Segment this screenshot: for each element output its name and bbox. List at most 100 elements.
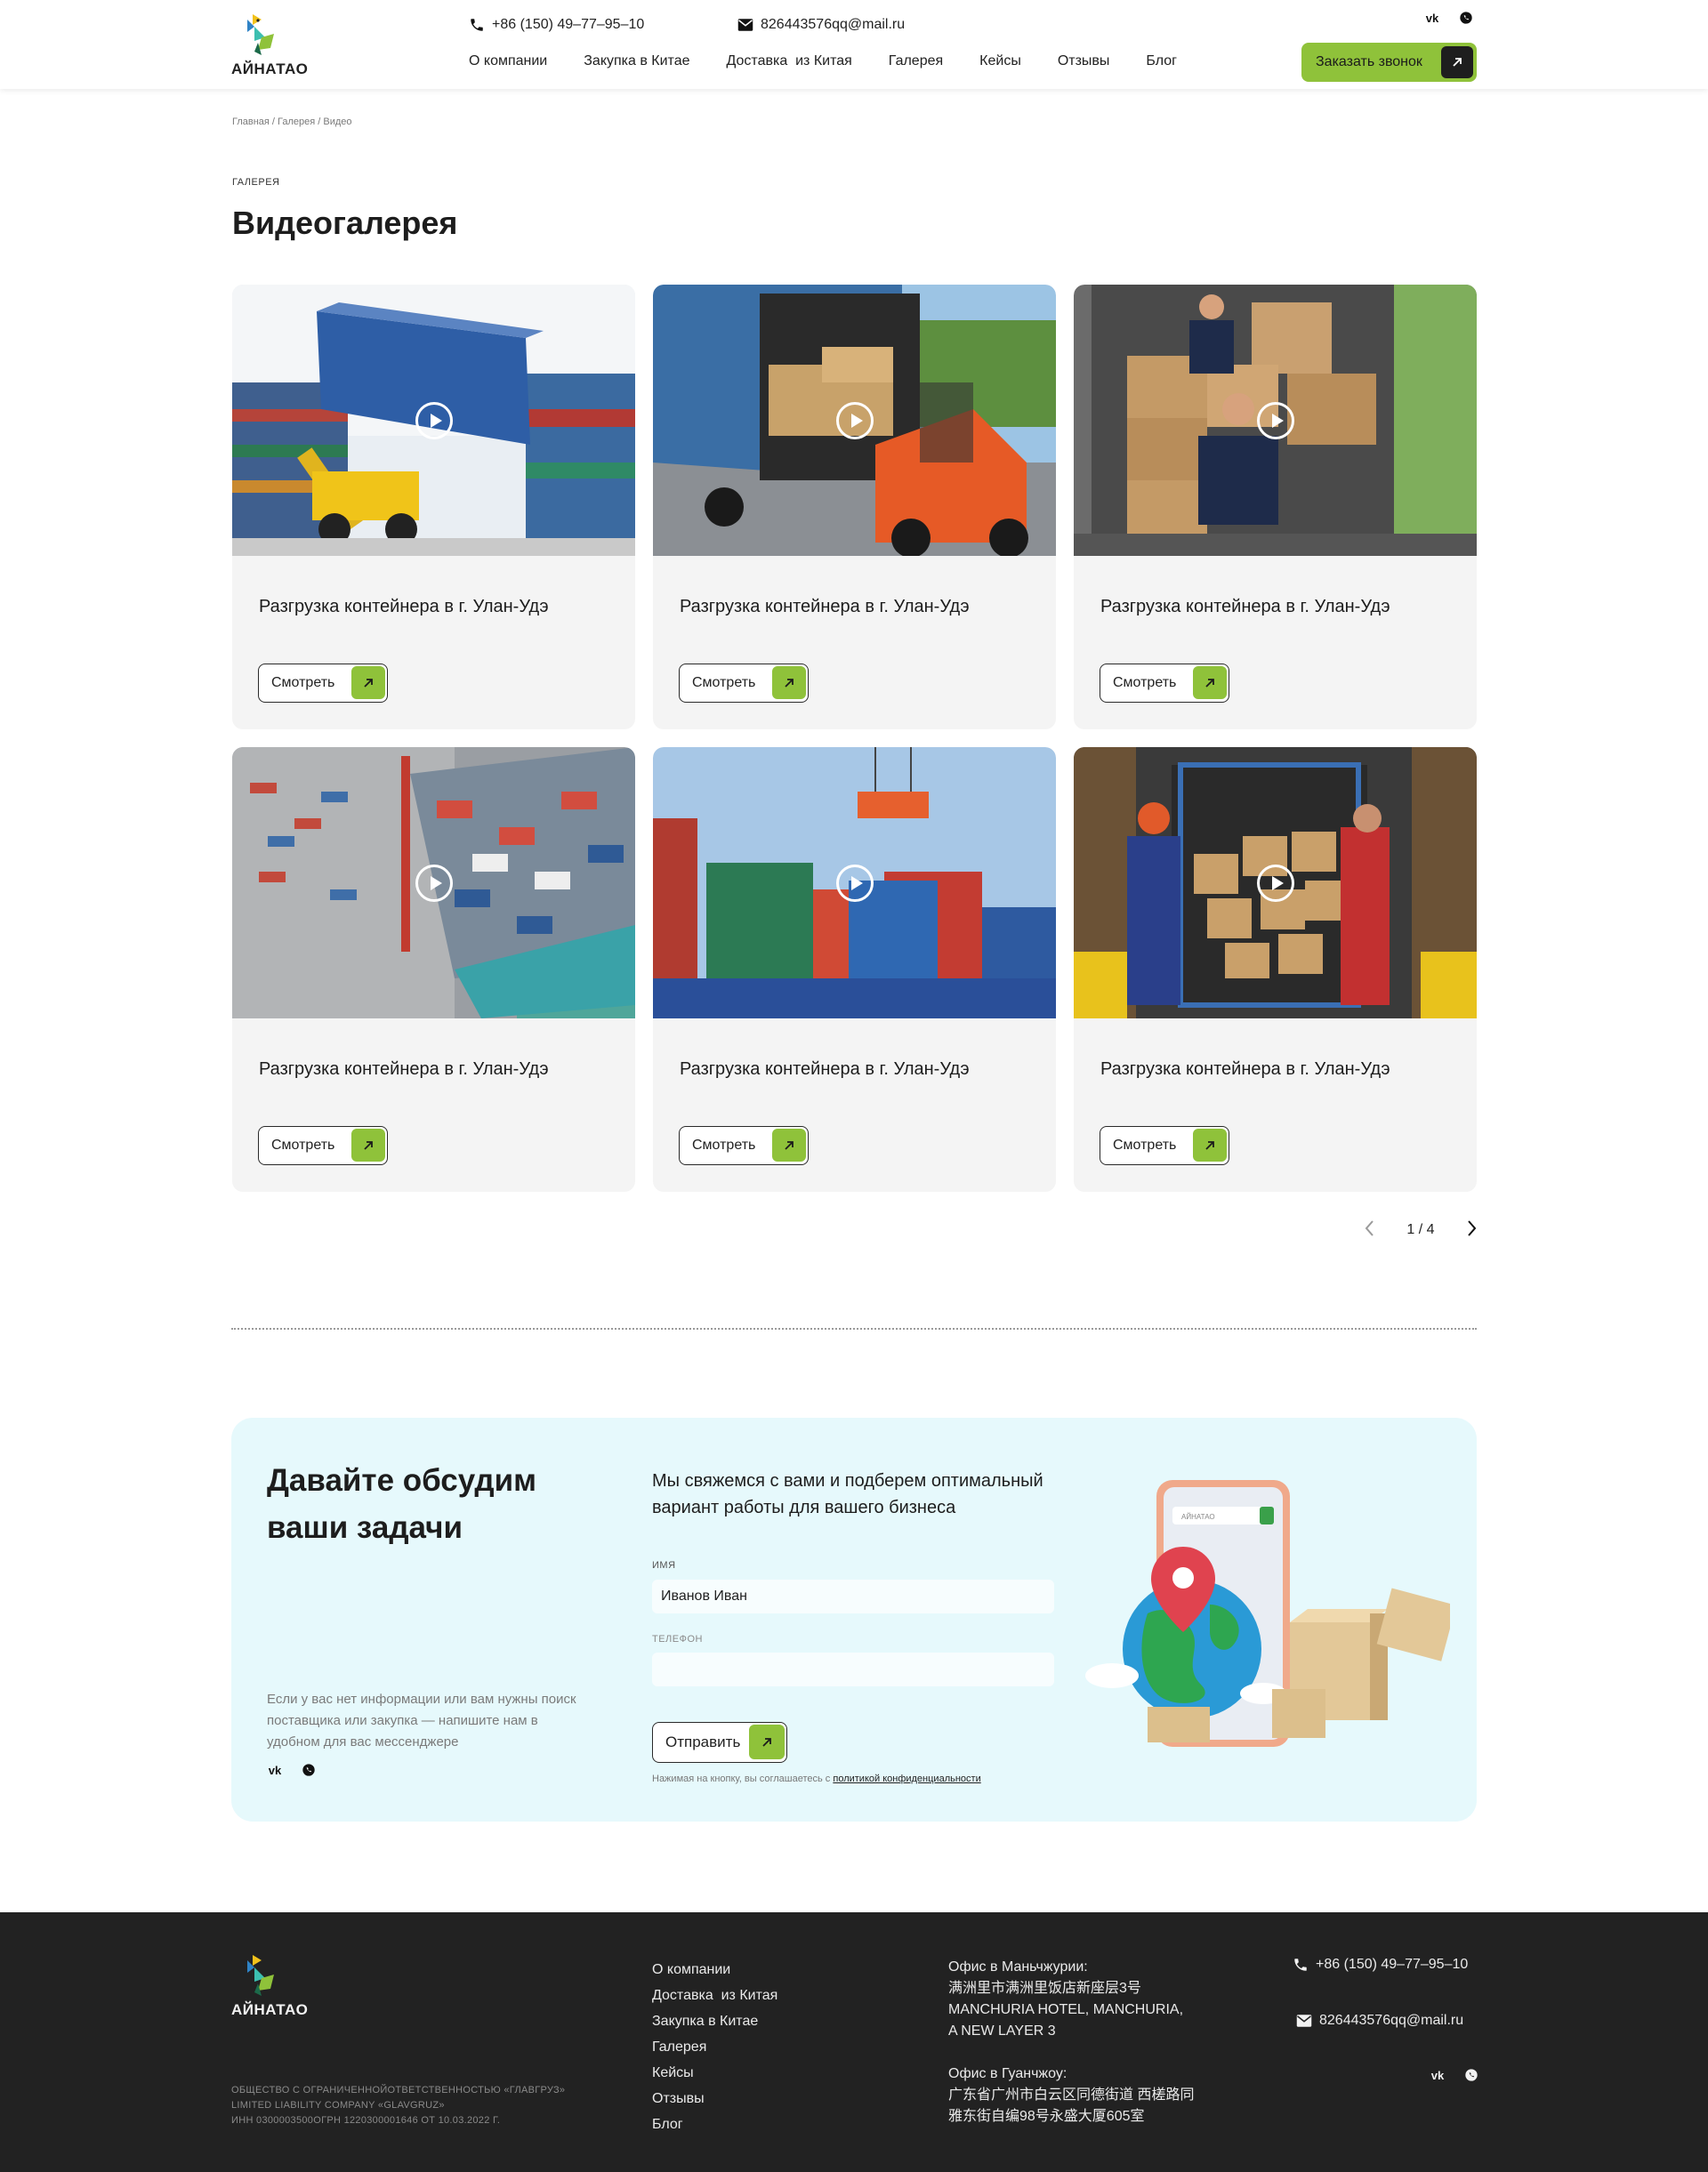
- watch-button[interactable]: Смотреть: [258, 664, 388, 703]
- mail-icon: [737, 19, 753, 31]
- footer-logo[interactable]: АЙНАТАО: [231, 1953, 311, 2021]
- nav-item-delivery[interactable]: Доставка из Китая: [727, 53, 852, 69]
- contact-title: Давайте обсудим ваши задачи: [267, 1463, 536, 1545]
- play-icon[interactable]: [1257, 865, 1294, 902]
- video-card[interactable]: Разгрузка контейнера в г. Улан-Удэ Смотр…: [1074, 285, 1477, 729]
- footer-nav-reviews[interactable]: Отзывы: [652, 2086, 777, 2112]
- footer-nav-blog[interactable]: Блог: [652, 2112, 777, 2137]
- arrow-up-right-icon: [772, 666, 806, 699]
- main-nav: О компании Закупка в Китае Доставка из К…: [469, 53, 1213, 69]
- privacy-policy-link[interactable]: политикой конфиденциальности: [833, 1774, 980, 1784]
- office-line: MANCHURIA HOTEL, MANCHURIA,: [948, 2002, 1184, 2017]
- video-thumbnail[interactable]: [1074, 285, 1477, 556]
- nav-item-reviews[interactable]: Отзывы: [1058, 53, 1110, 69]
- video-card[interactable]: Разгрузка контейнера в г. Улан-Удэ Смотр…: [1074, 747, 1477, 1192]
- video-thumbnail[interactable]: [232, 747, 635, 1018]
- footer-logo-text: АЙНАТАО: [231, 2001, 309, 2018]
- card-title: Разгрузка контейнера в г. Улан-Удэ: [259, 1059, 549, 1079]
- header-phone-text: +86 (150) 49–77–95–10: [492, 17, 645, 32]
- watch-button-label: Смотреть: [1113, 1138, 1177, 1153]
- logo-mark-icon: [247, 1955, 274, 1996]
- office-manchuria: Офис в Маньчжурии: 满洲里市满洲里饭店新座层3号 MANCHU…: [948, 1957, 1183, 2042]
- watch-button[interactable]: Смотреть: [1100, 1126, 1229, 1165]
- office-guangzhou: Офис в Гуанчжоу: 广东省广州市白云区同德街道 西槎路同 雅东街自…: [948, 2063, 1194, 2128]
- logo[interactable]: АЙНАТАО: [231, 12, 311, 80]
- video-card[interactable]: Разгрузка контейнера в г. Улан-Удэ Смотр…: [232, 285, 635, 729]
- card-title: Разгрузка контейнера в г. Улан-Удэ: [259, 597, 549, 616]
- video-thumbnail[interactable]: [653, 285, 1056, 556]
- whatsapp-icon[interactable]: [1463, 2068, 1479, 2082]
- footer-legal: ОБЩЕСТВО С ОГРАНИЧЕННОЙОТВЕТСТВЕННОСТЬЮ …: [231, 2083, 565, 2128]
- watch-button[interactable]: Смотреть: [258, 1126, 388, 1165]
- phone-input[interactable]: [652, 1653, 1054, 1686]
- header-phone[interactable]: +86 (150) 49–77–95–10: [469, 14, 644, 36]
- vk-icon[interactable]: vk: [1430, 2068, 1446, 2082]
- phone-icon: [1294, 1959, 1307, 1971]
- footer-phone-text: +86 (150) 49–77–95–10: [1316, 1957, 1469, 1972]
- footer-nav: О компании Доставка из Китая Закупка в К…: [652, 1957, 777, 2137]
- vk-icon[interactable]: vk: [1424, 11, 1440, 25]
- office-line: 雅东街自编98号永盛大厦605室: [948, 2109, 1145, 2124]
- play-icon[interactable]: [415, 402, 453, 439]
- footer-phone[interactable]: +86 (150) 49–77–95–10: [1293, 1957, 1468, 1973]
- arrow-up-right-icon: [351, 666, 385, 699]
- video-card[interactable]: Разгрузка контейнера в г. Улан-Удэ Смотр…: [653, 747, 1056, 1192]
- arrow-up-right-icon: [1441, 46, 1473, 78]
- nav-item-gallery[interactable]: Галерея: [889, 53, 943, 69]
- play-icon[interactable]: [836, 865, 874, 902]
- name-input[interactable]: Иванов Иван: [652, 1580, 1054, 1613]
- submit-button[interactable]: Отправить: [652, 1722, 787, 1763]
- office-line: 满洲里市满洲里饭店新座层3号: [948, 1981, 1141, 1996]
- arrow-up-right-icon: [351, 1129, 385, 1162]
- card-title: Разгрузка контейнера в г. Улан-Удэ: [680, 1059, 970, 1079]
- next-page-button[interactable]: [1466, 1219, 1478, 1243]
- footer-email[interactable]: 826443576qq@mail.ru: [1296, 2013, 1463, 2029]
- breadcrumb[interactable]: Главная / Галерея / Видео: [232, 117, 352, 127]
- name-label: ИМЯ: [652, 1560, 676, 1571]
- legal-line: ОБЩЕСТВО С ОГРАНИЧЕННОЙОТВЕТСТВЕННОСТЬЮ …: [231, 2085, 566, 2096]
- nav-item-blog[interactable]: Блог: [1146, 53, 1177, 69]
- legal-line: LIMITED LIABILITY COMPANY «GLAVGRUZ»: [231, 2100, 445, 2111]
- section-divider: [231, 1328, 1477, 1330]
- watch-button[interactable]: Смотреть: [1100, 664, 1229, 703]
- card-title: Разгрузка контейнера в г. Улан-Удэ: [1100, 1059, 1390, 1079]
- watch-button[interactable]: Смотреть: [679, 664, 809, 703]
- phone-label: ТЕЛЕФОН: [652, 1634, 703, 1645]
- whatsapp-icon[interactable]: [301, 1763, 317, 1777]
- prev-page-button[interactable]: [1363, 1219, 1375, 1243]
- nav-item-purchase[interactable]: Закупка в Китае: [584, 53, 689, 69]
- footer-nav-cases[interactable]: Кейсы: [652, 2060, 777, 2086]
- video-thumbnail[interactable]: [232, 285, 635, 556]
- watch-button-label: Смотреть: [692, 675, 756, 690]
- footer-nav-gallery[interactable]: Галерея: [652, 2034, 777, 2060]
- office-line: 广东省广州市白云区同德街道 西槎路同: [948, 2088, 1195, 2103]
- watch-button-label: Смотреть: [1113, 675, 1177, 690]
- play-icon[interactable]: [1257, 402, 1294, 439]
- header-email[interactable]: 826443576qq@mail.ru: [737, 14, 905, 36]
- office-line: A NEW LAYER 3: [948, 2023, 1056, 2039]
- order-call-label: Заказать звонок: [1316, 54, 1422, 69]
- play-icon[interactable]: [415, 865, 453, 902]
- footer-nav-delivery[interactable]: Доставка из Китая: [652, 1983, 777, 2008]
- nav-item-about[interactable]: О компании: [469, 53, 547, 69]
- card-title: Разгрузка контейнера в г. Улан-Удэ: [1100, 597, 1390, 616]
- footer-nav-about[interactable]: О компании: [652, 1957, 777, 1983]
- section-eyebrow: ГАЛЕРЕЯ: [232, 177, 280, 188]
- arrow-up-right-icon: [749, 1725, 785, 1759]
- video-thumbnail[interactable]: [653, 747, 1056, 1018]
- arrow-up-right-icon: [772, 1129, 806, 1162]
- header-email-text: 826443576qq@mail.ru: [761, 17, 906, 32]
- whatsapp-icon[interactable]: [1458, 11, 1474, 25]
- video-card[interactable]: Разгрузка контейнера в г. Улан-Удэ Смотр…: [232, 747, 635, 1192]
- site-header: АЙНАТАО +86 (150) 49–77–95–10 826443576q…: [0, 0, 1708, 89]
- card-title: Разгрузка контейнера в г. Улан-Удэ: [680, 597, 970, 616]
- watch-button-label: Смотреть: [692, 1138, 756, 1153]
- footer-nav-purchase[interactable]: Закупка в Китае: [652, 2008, 777, 2034]
- vk-icon[interactable]: vk: [267, 1763, 283, 1777]
- nav-item-cases[interactable]: Кейсы: [979, 53, 1021, 69]
- play-icon[interactable]: [836, 402, 874, 439]
- video-thumbnail[interactable]: [1074, 747, 1477, 1018]
- order-call-button[interactable]: Заказать звонок: [1301, 43, 1477, 82]
- watch-button[interactable]: Смотреть: [679, 1126, 809, 1165]
- video-card[interactable]: Разгрузка контейнера в г. Улан-Удэ Смотр…: [653, 285, 1056, 729]
